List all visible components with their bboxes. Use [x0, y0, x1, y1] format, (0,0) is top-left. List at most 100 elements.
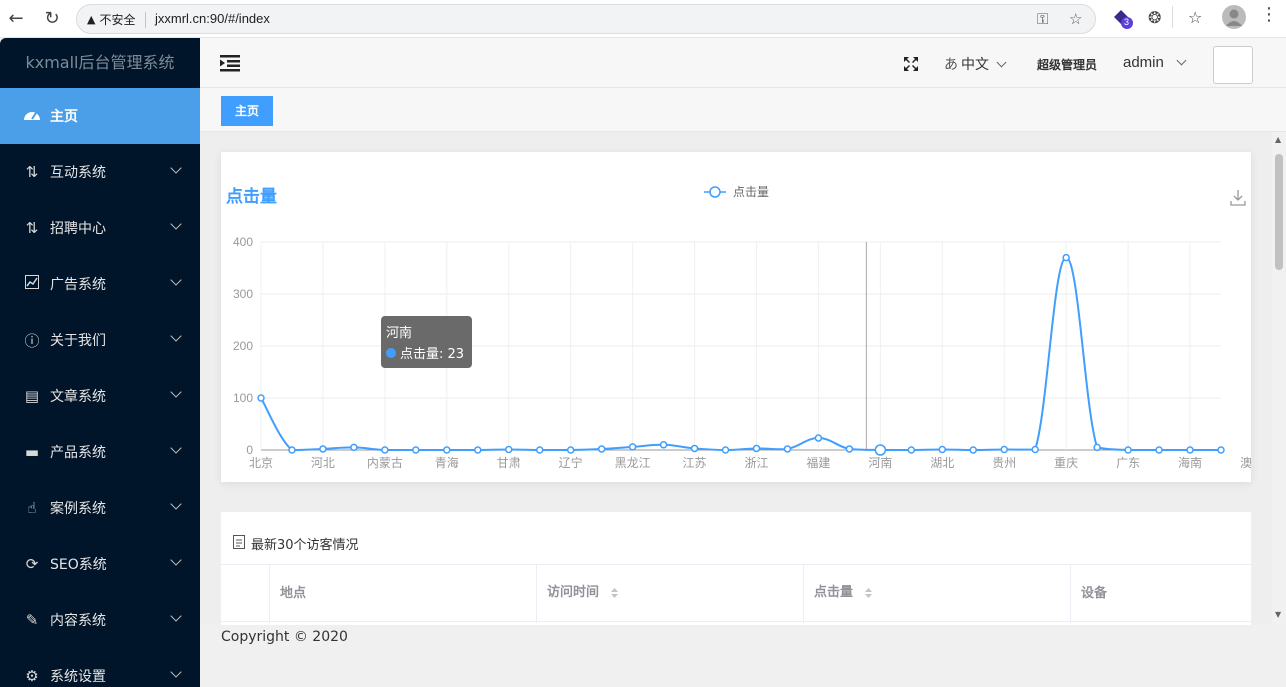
username: admin	[1123, 54, 1164, 71]
data-point[interactable]	[938, 445, 947, 454]
data-point[interactable]	[814, 434, 823, 442]
data-point[interactable]	[535, 446, 544, 454]
avatar[interactable]	[1213, 46, 1253, 84]
chevron-down-icon	[170, 498, 182, 510]
data-point[interactable]	[1031, 445, 1039, 454]
info-icon: ⓘ	[24, 331, 40, 350]
y-tick-label: 0	[246, 443, 253, 457]
data-point[interactable]	[350, 443, 358, 452]
chart-icon	[22, 275, 42, 293]
more-menu-icon[interactable]: ⋮	[1260, 4, 1278, 25]
data-point[interactable]	[381, 446, 389, 454]
legend-marker	[709, 186, 721, 198]
data-point[interactable]	[1062, 253, 1070, 262]
x-tick-label: 浙江	[744, 456, 768, 470]
data-point[interactable]	[1124, 446, 1132, 454]
copyright: Copyright © 2020	[221, 629, 348, 645]
sidebar-item-seo[interactable]: ⟳ SEO系统	[0, 536, 200, 592]
sidebar-item-articles[interactable]: ▤ 文章系统	[0, 368, 200, 424]
sidebar-item-products[interactable]: ▬ 产品系统	[0, 424, 200, 480]
data-point[interactable]	[1093, 443, 1101, 452]
tags-bar: 主页	[200, 88, 1286, 132]
download-icon[interactable]	[1230, 190, 1246, 206]
sidebar-item-label: 产品系统	[50, 445, 106, 461]
data-point[interactable]	[1186, 446, 1194, 454]
data-point[interactable]	[474, 446, 482, 454]
chart-legend[interactable]: 点击量	[704, 185, 769, 199]
scroll-down-icon[interactable]: ▼	[1275, 610, 1281, 619]
sidebar-item-about[interactable]: ⓘ 关于我们	[0, 312, 200, 368]
sidebar-item-label: 案例系统	[50, 501, 106, 517]
sidebar-item-interaction[interactable]: ⇅ 互动系统	[0, 144, 200, 200]
language-label: 中文	[961, 57, 989, 73]
data-point[interactable]	[752, 444, 761, 453]
security-warning[interactable]: ▲ 不安全	[87, 11, 135, 28]
sidebar-item-label: SEO系统	[50, 557, 107, 573]
sidebar-item-cases[interactable]: ☝ 案例系统	[0, 480, 200, 536]
user-dropdown[interactable]: admin	[1123, 54, 1187, 71]
app-title: kxmall后台管理系统	[25, 53, 175, 72]
profile-avatar[interactable]	[1222, 5, 1246, 29]
sidebar-item-home[interactable]: 主页	[0, 88, 200, 144]
click-chart: 点击量 点击量 0 100 200 300 400 北京 河北 内蒙古 青海 甘肃 辽宁 黑龙江 江苏…	[226, 185, 1251, 470]
data-point[interactable]	[969, 446, 978, 454]
data-point[interactable]	[412, 446, 420, 454]
data-point[interactable]	[1000, 445, 1008, 454]
data-point[interactable]	[443, 446, 451, 454]
chevron-down-icon	[170, 162, 182, 174]
data-point[interactable]	[1155, 446, 1163, 454]
puzzle-icon[interactable]: ❂	[1148, 8, 1161, 27]
chart-tooltip: 河南 点击量: 23	[381, 316, 472, 368]
data-point[interactable]	[783, 445, 792, 453]
extension-badge: 3	[1124, 17, 1130, 27]
reload-icon[interactable]: ↻	[40, 6, 64, 30]
data-point[interactable]	[690, 444, 699, 453]
sort-icon[interactable]	[610, 586, 619, 600]
data-point[interactable]	[566, 446, 575, 454]
sidebar-item-recruit[interactable]: ⇅ 招聘中心	[0, 200, 200, 256]
data-point[interactable]	[504, 445, 513, 454]
key-icon[interactable]: ⚿	[1037, 10, 1048, 28]
data-point[interactable]	[628, 443, 637, 451]
sidebar-item-ads[interactable]: 广告系统	[0, 256, 200, 312]
url-text: jxxmrl.cn:90/#/index	[155, 11, 270, 26]
menu-fold-icon[interactable]	[220, 54, 240, 72]
table-header-time[interactable]: 访问时间	[536, 565, 803, 623]
data-point[interactable]	[1217, 446, 1225, 454]
edit-icon: ✎	[25, 611, 39, 629]
data-point[interactable]	[319, 445, 327, 453]
vertical-scrollbar[interactable]: ▲ ▼	[1272, 132, 1286, 625]
back-icon[interactable]: ←	[4, 6, 28, 30]
fullscreen-icon[interactable]	[903, 56, 919, 72]
data-point[interactable]	[597, 445, 606, 453]
table-header-clicks[interactable]: 点击量	[803, 565, 1070, 623]
sidebar-item-label: 主页	[50, 109, 78, 125]
favorites-icon[interactable]: ☆	[1188, 8, 1202, 27]
data-point[interactable]	[288, 446, 296, 454]
column-label: 地点	[280, 586, 307, 601]
data-point[interactable]	[659, 441, 668, 449]
chevron-down-icon	[996, 57, 1007, 67]
scroll-up-icon[interactable]: ▲	[1275, 135, 1281, 144]
x-tick-label: 黑龙江	[615, 456, 651, 470]
sort-icon[interactable]	[864, 586, 873, 600]
language-switcher[interactable]: あ 中文	[944, 54, 1007, 74]
data-point[interactable]	[845, 445, 854, 453]
seo-icon: ⟳	[25, 555, 39, 573]
tag-home[interactable]: 主页	[221, 96, 273, 126]
extension-icon[interactable]: 3	[1112, 8, 1134, 30]
data-point[interactable]	[257, 394, 265, 402]
sidebar-item-settings[interactable]: ⚙ 系统设置	[0, 648, 200, 687]
data-point[interactable]	[907, 446, 916, 454]
data-point[interactable]	[874, 444, 887, 456]
main-content: 点击量 点击量 0 100 200 300 400 北京 河北 内蒙古 青海 甘肃 辽宁 黑龙江 江苏…	[200, 132, 1272, 625]
star-icon[interactable]: ☆	[1069, 10, 1082, 28]
scrollbar-thumb[interactable]	[1275, 154, 1283, 270]
x-tick-label: 福建	[806, 455, 830, 470]
x-tick-label: 广东	[1116, 456, 1140, 470]
chevron-down-icon	[170, 666, 182, 678]
data-point[interactable]	[721, 446, 730, 454]
chevron-down-icon	[170, 610, 182, 622]
sidebar-item-content[interactable]: ✎ 内容系统	[0, 592, 200, 648]
address-bar[interactable]: ▲ 不安全 jxxmrl.cn:90/#/index ⚿ ☆	[76, 4, 1096, 34]
